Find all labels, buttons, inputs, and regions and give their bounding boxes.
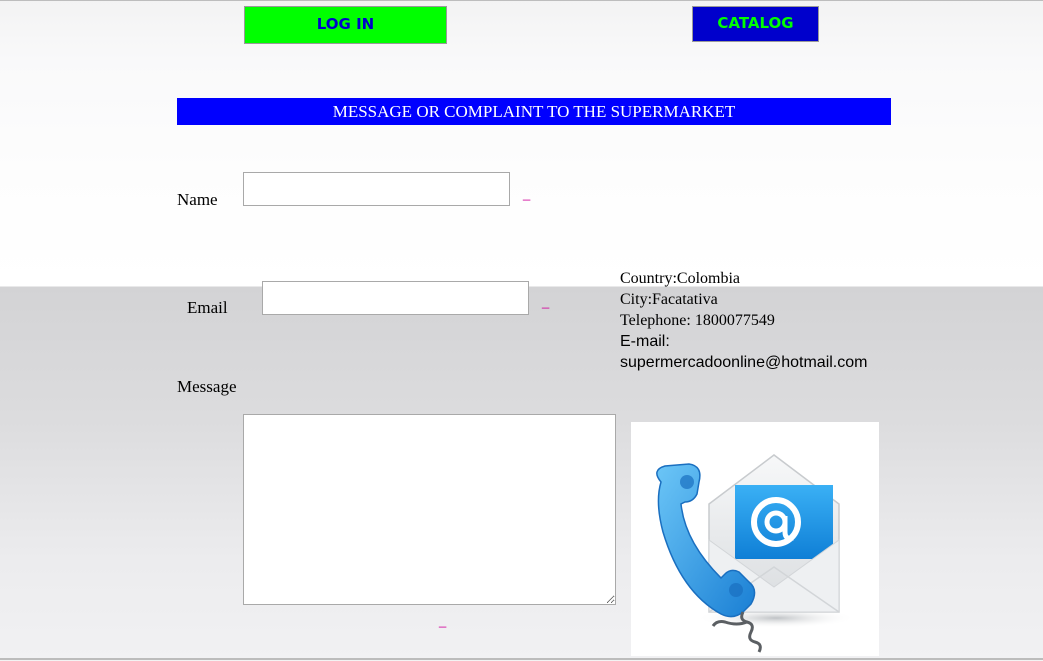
contact-email-address: supermercadoonline@hotmail.com bbox=[620, 354, 868, 371]
contact-email-prefix: E-mail: bbox=[620, 333, 670, 350]
email-label: Email bbox=[187, 298, 228, 317]
message-error-indicator: _ bbox=[439, 613, 447, 628]
contact-city: City:Facatativa bbox=[620, 291, 718, 308]
top-divider bbox=[0, 0, 1043, 1]
contact-illustration-svg bbox=[656, 454, 856, 653]
message-label: Message bbox=[177, 377, 237, 396]
login-button[interactable]: LOG IN bbox=[244, 6, 447, 44]
contact-info: Country:Colombia City:Facatativa Telepho… bbox=[620, 268, 910, 373]
message-textarea[interactable] bbox=[243, 414, 616, 605]
contact-country: Country:Colombia bbox=[620, 270, 740, 287]
name-label: Name bbox=[177, 190, 218, 209]
email-input[interactable] bbox=[262, 281, 529, 315]
contact-illustration bbox=[631, 422, 879, 656]
email-error-indicator: _ bbox=[542, 294, 550, 309]
contact-telephone: Telephone: 1800077549 bbox=[620, 312, 775, 329]
name-input[interactable] bbox=[243, 172, 510, 206]
page-title-banner: MESSAGE OR COMPLAINT TO THE SUPERMARKET bbox=[177, 98, 891, 125]
name-error-indicator: _ bbox=[523, 186, 531, 201]
catalog-button[interactable]: CATALOG bbox=[692, 6, 819, 42]
